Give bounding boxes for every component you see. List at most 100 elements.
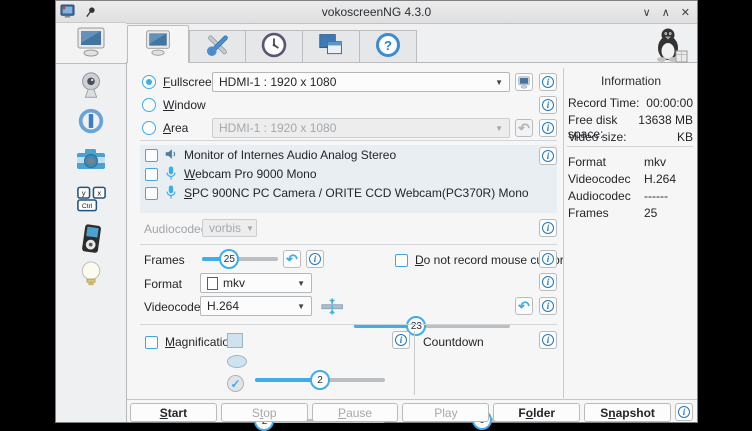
window-radio[interactable] [142,98,156,112]
frames-info-button[interactable]: i [306,250,324,268]
videocodec-select[interactable]: H.264 ▼ [200,296,312,316]
area-label: Area [163,121,188,135]
videocodec-quality-slider[interactable]: 23 [354,316,510,336]
sidebar-item-webcam[interactable] [56,71,126,104]
sidebar-item-screen[interactable] [56,22,126,64]
info-icon: i [309,253,321,265]
sidebar-item-camera[interactable] [56,146,126,177]
record-time-row: Record Time: 00:00:00 [568,96,693,110]
tab-timer[interactable] [246,30,303,63]
sidebar-item-hotkeys[interactable]: yxCtrl [56,184,126,217]
videocodec-info-button[interactable]: i [539,297,557,315]
svg-text:Ctrl: Ctrl [81,203,92,210]
info-icon: i [542,300,554,312]
lightbulb-icon [77,260,105,295]
pause-button[interactable]: Pause [312,403,399,422]
show-screen-button[interactable] [515,73,533,91]
microphone-icon [164,166,178,183]
undo-icon: ↶ [518,121,530,135]
countdown-info-button[interactable]: i [539,331,557,349]
audiocodec-select[interactable]: vorbis ▼ [202,219,257,237]
videocodec-quality-value: 23 [411,321,422,332]
fullscreen-row: Fullscreen [142,74,218,90]
start-button[interactable]: Start [130,403,217,422]
audio-device-row[interactable]: SPC 900NC PC Camera / ORITE CCD Webcam(P… [140,183,557,202]
fullscreen-info-button[interactable]: i [539,73,557,91]
format-info-button[interactable]: i [539,273,557,291]
close-button[interactable]: ✕ [681,6,690,19]
sidebar-item-systray[interactable] [56,260,126,295]
window-title: vokoscreenNG 4.3.0 [56,5,697,19]
frames-label: Frames [144,253,185,267]
folder-button[interactable]: Folder [493,403,580,422]
magnification-ok-button[interactable]: ✓ [227,375,244,392]
tab-settings[interactable] [189,30,246,63]
info-icon: i [542,276,554,288]
screen-tab-page: Fullscreen HDMI-1 : 1920 x 1080 ▼ i Wind… [126,62,697,422]
format-select[interactable]: mkv ▼ [200,273,312,293]
screen-icon [74,26,108,61]
audio-device-row[interactable]: Monitor of Internes Audio Analog Stereo [140,145,557,164]
area-reset-button[interactable]: ↶ [515,119,533,137]
info-icon: i [542,222,554,234]
magnification-info-button[interactable]: i [392,331,410,349]
tab-help[interactable]: ? [360,30,417,63]
audio-device-row[interactable]: Webcam Pro 9000 Mono [140,164,557,183]
tux-logo [651,27,689,66]
fullscreen-radio[interactable] [142,75,156,89]
audio-device-checkbox[interactable] [145,149,158,162]
dropdown-arrow-icon: ▼ [297,302,305,311]
screenshot-root: { "window": { "title": "vokoscreenNG 4.3… [0,0,752,423]
audio-device-label: Monitor of Internes Audio Analog Stereo [184,148,396,162]
stop-button[interactable]: Stop [221,403,308,422]
area-radio[interactable] [142,121,156,135]
info-format-value: mkv [644,155,666,169]
tab-screen[interactable] [127,25,189,63]
divider [140,244,557,245]
countdown-label: Countdown [423,335,484,349]
play-button[interactable]: Play [402,403,489,422]
magnification-rect-shape[interactable] [227,333,243,348]
magnification-ellipse-shape[interactable] [227,355,247,368]
magnification-rect-handle[interactable]: 2 [310,370,330,390]
window-info-button[interactable]: i [539,96,557,114]
maximize-button[interactable]: ∧ [662,6,670,19]
info-icon: i [395,334,407,346]
clock-icon [260,31,288,62]
videocodec-reset-button[interactable]: ↶ [515,297,533,315]
magnification-rect-slider[interactable]: 2 [255,370,385,390]
area-screen-select[interactable]: HDMI-1 : 1920 x 1080 ▼ [212,118,510,138]
snapshot-button[interactable]: Snapshot [584,403,671,422]
audiocodec-info-button[interactable]: i [539,219,557,237]
videocodec-label: Videocodec [144,300,207,314]
area-screen-value: HDMI-1 : 1920 x 1080 [219,121,336,135]
hotkeys-icon: yxCtrl [75,184,108,217]
info-videocodec-row: Videocodec H.264 [568,172,693,186]
tab-windows[interactable] [303,30,360,63]
help-icon: ? [374,31,402,62]
divider [140,324,557,325]
sidebar: yxCtrl [56,23,126,422]
frames-slider-handle[interactable]: 25 [219,249,239,269]
audio-info-button[interactable]: i [539,147,557,165]
fullscreen-screen-select[interactable]: HDMI-1 : 1920 x 1080 ▼ [212,72,510,92]
magnification-checkbox[interactable] [145,336,158,349]
audio-device-list: Monitor of Internes Audio Analog Stereo … [140,145,557,213]
frames-slider[interactable]: 25 [202,249,278,269]
info-icon: i [542,334,554,346]
frames-reset-button[interactable]: ↶ [283,250,301,268]
sidebar-item-pause[interactable] [56,106,126,139]
info-format-row: Format mkv [568,155,693,169]
info-audiocodec-row: Audiocodec ------ [568,189,693,203]
microphone-icon [164,185,178,202]
audio-device-checkbox[interactable] [145,168,158,181]
sidebar-item-player[interactable] [56,223,126,258]
mouse-cursor-checkbox[interactable] [395,254,408,267]
mouse-cursor-info-button[interactable]: i [539,250,557,268]
area-info-button[interactable]: i [539,119,557,137]
actionbar-info-button[interactable]: i [675,403,693,421]
minimize-button[interactable]: ∨ [643,6,651,19]
audio-device-checkbox[interactable] [145,187,158,200]
info-icon: i [542,253,554,265]
divider [414,331,415,395]
